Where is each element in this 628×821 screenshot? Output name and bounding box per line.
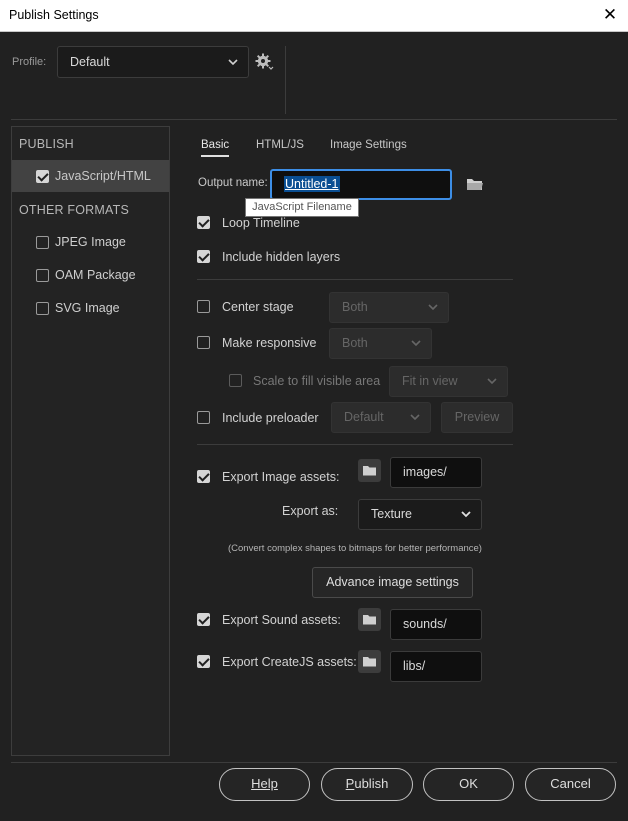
svg-checkbox[interactable] bbox=[36, 302, 49, 315]
loop-timeline-label: Loop Timeline bbox=[222, 216, 300, 230]
export-sound-label: Export Sound assets: bbox=[222, 613, 341, 627]
window-title: Publish Settings bbox=[9, 8, 99, 22]
jpeg-checkbox[interactable] bbox=[36, 236, 49, 249]
cancel-button[interactable]: Cancel bbox=[525, 768, 616, 801]
tab-basic[interactable]: Basic bbox=[201, 139, 230, 157]
createjs-folder-button[interactable] bbox=[358, 650, 381, 673]
center-stage-select-value: Both bbox=[342, 300, 368, 314]
sound-folder-button[interactable] bbox=[358, 608, 381, 631]
publish-button-label: ublish bbox=[354, 776, 389, 791]
make-responsive-label: Make responsive bbox=[222, 336, 317, 350]
export-as-select[interactable]: Texture bbox=[358, 499, 482, 530]
section-separator bbox=[197, 444, 513, 445]
chevron-down-icon bbox=[461, 500, 471, 529]
preloader-label: Include preloader bbox=[222, 411, 319, 425]
title-bar: Publish Settings ✕ bbox=[0, 0, 628, 32]
tab-html-js[interactable]: HTML/JS bbox=[256, 139, 304, 151]
image-folder-button[interactable] bbox=[358, 459, 381, 482]
help-button-label: Help bbox=[251, 776, 278, 791]
scale-fill-label: Scale to fill visible area bbox=[253, 374, 381, 388]
include-hidden-label: Include hidden layers bbox=[222, 250, 341, 264]
center-stage-label: Center stage bbox=[222, 300, 294, 314]
output-name-input[interactable]: Untitled-1 bbox=[270, 169, 452, 200]
preloader-select[interactable]: Default bbox=[331, 402, 431, 433]
folder-icon bbox=[363, 466, 376, 476]
tooltip: JavaScript Filename bbox=[245, 198, 359, 217]
performance-note: (Convert complex shapes to bitmaps for b… bbox=[228, 543, 482, 554]
createjs-path-input[interactable]: libs/ bbox=[390, 651, 482, 682]
folder-icon[interactable] bbox=[466, 177, 484, 191]
publish-button[interactable]: Publish bbox=[321, 768, 413, 801]
sidebar-item-jpeg[interactable]: JPEG Image bbox=[12, 226, 169, 258]
section-separator bbox=[197, 279, 513, 280]
export-sound-checkbox[interactable] bbox=[197, 613, 210, 626]
sidebar-item-label: SVG Image bbox=[55, 301, 120, 315]
folder-icon bbox=[363, 657, 376, 667]
sidebar-item-javascript-html[interactable]: JavaScript/HTML bbox=[12, 160, 169, 192]
chevron-down-icon bbox=[428, 293, 438, 322]
scale-fill-select-value: Fit in view bbox=[402, 374, 458, 388]
help-button[interactable]: Help bbox=[219, 768, 310, 801]
include-hidden-checkbox[interactable] bbox=[197, 250, 210, 263]
footer-separator bbox=[11, 762, 617, 763]
output-name-label: Output name: bbox=[198, 177, 268, 189]
export-as-select-value: Texture bbox=[371, 507, 412, 521]
header-separator bbox=[11, 119, 617, 120]
folder-icon bbox=[363, 615, 376, 625]
export-createjs-label: Export CreateJS assets: bbox=[222, 655, 357, 669]
profile-gear-icon[interactable] bbox=[254, 52, 274, 72]
sound-path-input[interactable]: sounds/ bbox=[390, 609, 482, 640]
sidebar-item-label: JPEG Image bbox=[55, 235, 126, 249]
profile-select[interactable]: Default bbox=[57, 46, 249, 78]
sidebar-item-oam[interactable]: OAM Package bbox=[12, 259, 169, 291]
format-sidebar: PUBLISH JavaScript/HTML OTHER FORMATS JP… bbox=[11, 126, 170, 756]
other-formats-heading: OTHER FORMATS bbox=[19, 203, 130, 217]
preloader-checkbox[interactable] bbox=[197, 411, 210, 424]
header-divider bbox=[285, 46, 286, 114]
ok-button[interactable]: OK bbox=[423, 768, 514, 801]
profile-label: Profile: bbox=[12, 56, 47, 68]
chevron-down-icon bbox=[228, 47, 238, 77]
sidebar-item-label: JavaScript/HTML bbox=[55, 169, 151, 183]
chevron-down-icon bbox=[411, 329, 421, 358]
scale-fill-checkbox[interactable] bbox=[229, 374, 242, 387]
oam-checkbox[interactable] bbox=[36, 269, 49, 282]
export-as-label: Export as: bbox=[282, 504, 339, 518]
chevron-down-icon bbox=[487, 367, 497, 396]
preview-button[interactable]: Preview bbox=[441, 402, 513, 433]
make-responsive-checkbox[interactable] bbox=[197, 336, 210, 349]
javascript-html-checkbox[interactable] bbox=[36, 170, 49, 183]
tab-image-settings[interactable]: Image Settings bbox=[330, 139, 407, 151]
export-image-checkbox[interactable] bbox=[197, 470, 210, 483]
make-responsive-select[interactable]: Both bbox=[329, 328, 432, 359]
image-path-input[interactable]: images/ bbox=[390, 457, 482, 488]
export-createjs-checkbox[interactable] bbox=[197, 655, 210, 668]
preloader-select-value: Default bbox=[344, 410, 384, 424]
make-responsive-select-value: Both bbox=[342, 336, 368, 350]
output-name-value: Untitled-1 bbox=[284, 176, 340, 192]
profile-select-value: Default bbox=[70, 55, 110, 69]
loop-timeline-checkbox[interactable] bbox=[197, 216, 210, 229]
chevron-down-icon bbox=[410, 403, 420, 432]
close-icon[interactable]: ✕ bbox=[600, 5, 620, 25]
center-stage-checkbox[interactable] bbox=[197, 300, 210, 313]
sidebar-item-svg[interactable]: SVG Image bbox=[12, 292, 169, 324]
publish-heading: PUBLISH bbox=[19, 137, 74, 151]
sidebar-item-label: OAM Package bbox=[55, 268, 136, 282]
export-image-label: Export Image assets: bbox=[222, 470, 340, 484]
scale-fill-select[interactable]: Fit in view bbox=[389, 366, 508, 397]
center-stage-select[interactable]: Both bbox=[329, 292, 449, 323]
advance-image-settings-button[interactable]: Advance image settings bbox=[312, 567, 473, 598]
